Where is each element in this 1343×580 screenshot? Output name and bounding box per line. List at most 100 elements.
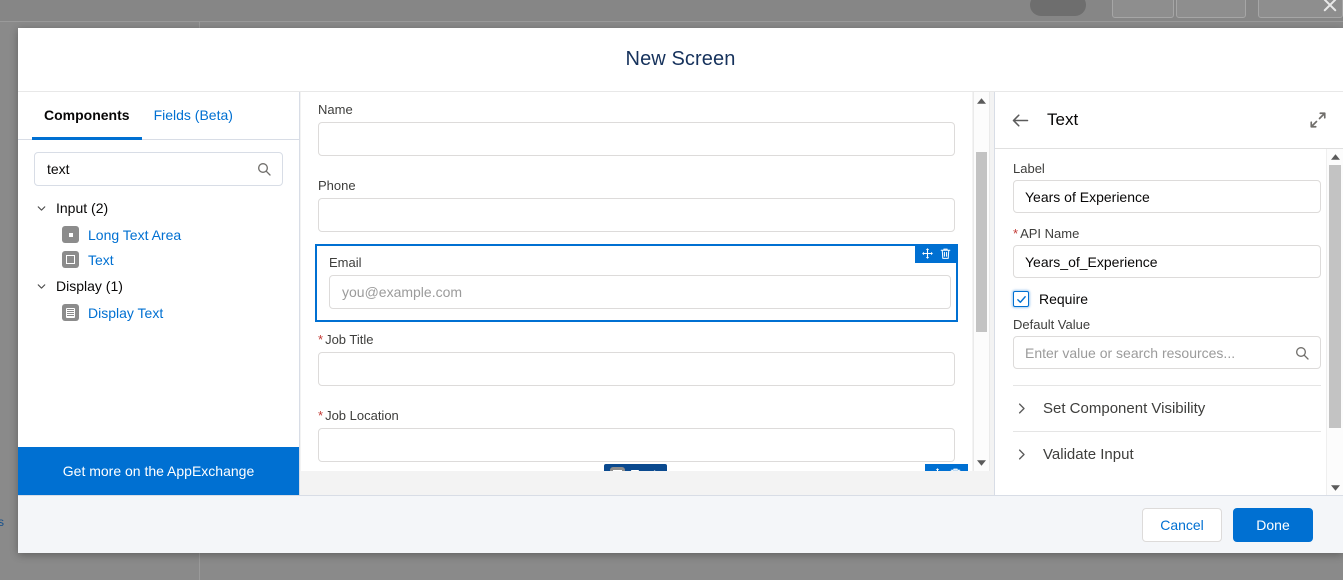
default-value-label: Default Value	[1013, 317, 1321, 332]
check-icon	[1016, 294, 1027, 305]
palette-group-label: Input (2)	[56, 200, 108, 216]
field-input[interactable]	[318, 352, 955, 386]
default-value-input[interactable]: Enter value or search resources...	[1013, 336, 1321, 369]
scroll-up-arrow-icon[interactable]	[974, 92, 989, 109]
background-text-fragment: s	[0, 515, 8, 529]
cancel-button[interactable]: Cancel	[1142, 508, 1222, 542]
screen-canvas: Name Phone	[300, 92, 995, 495]
chevron-right-icon	[1013, 447, 1029, 463]
selection-toolbar	[915, 244, 958, 263]
trash-icon[interactable]	[949, 467, 962, 471]
require-checkbox[interactable]	[1013, 291, 1029, 307]
form-area: Name Phone	[301, 92, 972, 471]
required-asterisk: *	[318, 332, 323, 347]
scroll-up-arrow-icon[interactable]	[1327, 149, 1343, 164]
palette-item-label: Long Text Area	[88, 227, 181, 243]
search-icon	[256, 161, 272, 177]
canvas-field-name[interactable]: Name	[315, 92, 958, 168]
search-box[interactable]	[34, 152, 283, 186]
background-toolbar	[0, 0, 1343, 22]
components-palette: Components Fields (Beta) I	[18, 92, 300, 495]
field-label: Email	[329, 255, 954, 270]
selection-toolbar-next	[925, 464, 968, 471]
palette-item-label: Text	[88, 252, 114, 268]
required-asterisk: *	[318, 408, 323, 423]
palette-item-long-text-area[interactable]: Long Text Area	[18, 222, 299, 247]
tab-components[interactable]: Components	[32, 92, 142, 140]
palette-group-label: Display (1)	[56, 278, 123, 294]
properties-header: Text	[995, 92, 1343, 149]
canvas-field-job-title[interactable]: *Job Title	[315, 322, 958, 398]
require-checkbox-row[interactable]: Require	[1013, 291, 1321, 307]
page-title: New Screen	[626, 48, 736, 71]
require-checkbox-label: Require	[1039, 291, 1088, 307]
trash-icon[interactable]	[939, 247, 952, 260]
move-handle-icon[interactable]	[931, 467, 944, 471]
field-input[interactable]: you@example.com	[329, 275, 951, 309]
api-name-field-value: Years_of_Experience	[1025, 254, 1158, 270]
section-validate-input[interactable]: Validate Input	[1013, 431, 1321, 477]
canvas-field-phone[interactable]: Phone	[315, 168, 958, 244]
palette-item-display-text[interactable]: Display Text	[18, 300, 299, 325]
properties-body: Label Years of Experience *API Name Year…	[995, 149, 1343, 495]
required-asterisk: *	[1013, 226, 1018, 241]
search-wrapper	[18, 140, 299, 194]
palette-item-text[interactable]: Text	[18, 247, 299, 272]
search-icon[interactable]	[1294, 345, 1310, 361]
search-input[interactable]	[35, 153, 282, 185]
label-field-group: Label Years of Experience	[1013, 161, 1321, 213]
display-text-icon	[62, 304, 79, 321]
text-input-icon	[62, 251, 79, 268]
modal-footer: Cancel Done	[18, 495, 1343, 553]
canvas-field-job-location[interactable]: *Job Location	[315, 398, 958, 471]
label-field-value: Years of Experience	[1025, 189, 1150, 205]
done-button[interactable]: Done	[1233, 508, 1313, 542]
default-value-field-group: Default Value Enter value or search reso…	[1013, 317, 1321, 369]
long-text-area-icon	[62, 226, 79, 243]
expand-icon[interactable]	[1309, 111, 1327, 129]
label-field-input[interactable]: Years of Experience	[1013, 180, 1321, 213]
move-handle-icon[interactable]	[921, 247, 934, 260]
scroll-down-arrow-icon[interactable]	[1327, 480, 1343, 495]
close-icon[interactable]	[1321, 0, 1341, 16]
background-toggle-pill	[1030, 0, 1086, 16]
section-label: Validate Input	[1043, 446, 1134, 463]
drag-ghost-label: Text	[631, 467, 657, 471]
background-button-2	[1176, 0, 1246, 18]
drag-ghost-badge: Text	[604, 464, 667, 471]
api-name-label-text: API Name	[1020, 226, 1079, 241]
text-input-icon	[610, 467, 625, 471]
field-placeholder: you@example.com	[342, 284, 462, 300]
field-label-text: Job Location	[325, 408, 399, 423]
new-screen-modal: New Screen Components Fields (Beta)	[18, 28, 1343, 553]
scroll-down-arrow-icon[interactable]	[974, 454, 989, 471]
field-input[interactable]	[318, 122, 955, 156]
field-label: *Job Title	[318, 332, 955, 347]
chevron-down-icon	[34, 201, 48, 215]
palette-group-display[interactable]: Display (1)	[18, 272, 299, 300]
api-name-field-label: *API Name	[1013, 226, 1321, 241]
palette-group-input[interactable]: Input (2)	[18, 194, 299, 222]
canvas-scrollbar-thumb[interactable]	[976, 152, 987, 332]
appexchange-button[interactable]: Get more on the AppExchange	[18, 447, 299, 495]
properties-panel: Text Label Years of Experience	[995, 92, 1343, 495]
chevron-down-icon	[34, 279, 48, 293]
palette-item-label: Display Text	[88, 305, 163, 321]
field-label: Name	[318, 102, 955, 117]
background-button-1	[1112, 0, 1174, 18]
field-input[interactable]	[318, 198, 955, 232]
canvas-scrollbar[interactable]	[973, 92, 990, 471]
palette-tabs: Components Fields (Beta)	[18, 92, 299, 140]
field-label: Phone	[318, 178, 955, 193]
tab-fields-beta[interactable]: Fields (Beta)	[142, 92, 245, 140]
properties-scrollbar-thumb[interactable]	[1329, 165, 1341, 428]
section-set-component-visibility[interactable]: Set Component Visibility	[1013, 385, 1321, 431]
label-field-label: Label	[1013, 161, 1321, 176]
canvas-field-email[interactable]: Email you@example.com	[315, 244, 958, 322]
field-input[interactable]	[318, 428, 955, 462]
section-label: Set Component Visibility	[1043, 400, 1205, 417]
properties-scrollbar[interactable]	[1326, 149, 1343, 495]
api-name-field-input[interactable]: Years_of_Experience	[1013, 245, 1321, 278]
back-arrow-icon[interactable]	[1009, 109, 1031, 131]
properties-title: Text	[1047, 110, 1078, 130]
